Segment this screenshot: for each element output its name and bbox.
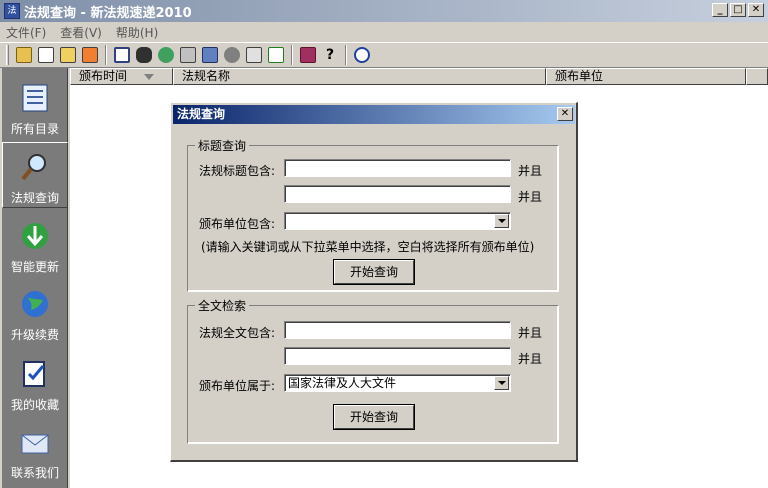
open-folder-icon[interactable] <box>13 44 35 66</box>
power-icon[interactable] <box>351 44 373 66</box>
issuer-combobox[interactable] <box>284 212 511 230</box>
title-keyword-input-1[interactable] <box>284 159 511 177</box>
menu-file[interactable]: 文件(F) <box>6 24 46 41</box>
sort-down-icon <box>144 74 154 80</box>
window-titlebar[interactable]: 法 法规查询 - 新法规速递2010 _ □ ✕ <box>0 0 768 22</box>
search-globe-icon[interactable] <box>155 44 177 66</box>
download-arrow-icon <box>22 223 48 249</box>
menu-view[interactable]: 查看(V) <box>60 24 102 41</box>
title-search-legend: 标题查询 <box>195 137 250 154</box>
menubar: 文件(F) 查看(V) 帮助(H) <box>0 22 768 42</box>
copy-icon[interactable] <box>57 44 79 66</box>
and-label: 并且 <box>518 352 543 366</box>
fulltext-contains-label: 法规全文包含: <box>199 326 276 340</box>
window-title: 法规查询 - 新法规速递2010 <box>24 5 192 21</box>
column-header-date[interactable]: 颁布时间 <box>70 68 173 85</box>
globe-icon <box>22 291 48 317</box>
directory-icon <box>22 84 48 112</box>
sidebar-item-favorites[interactable]: 我的收藏 <box>2 350 68 416</box>
sidebar-item-label: 我的收藏 <box>10 398 59 412</box>
column-header-filler <box>746 68 768 85</box>
export-icon[interactable] <box>35 44 57 66</box>
sidebar: 所有目录 法规查询 智能更新 升级续费 我的收藏 联系我们 <box>2 68 68 488</box>
title-search-group: 标题查询 法规标题包含: 并且 并且 颁布单位包含: (请输入关键词或从下拉菜单… <box>187 137 558 291</box>
issuer-category-value: 国家法律及人大文件 <box>288 376 397 390</box>
fulltext-keyword-input-2[interactable] <box>284 347 511 365</box>
minimize-button[interactable]: _ <box>712 3 728 17</box>
dialog-title: 法规查询 <box>177 107 226 121</box>
cursor-icon[interactable] <box>243 44 265 66</box>
law-search-dialog: 法规查询 ✕ 标题查询 法规标题包含: 并且 并且 颁布单位包含: (请输入关键… <box>170 102 578 462</box>
title-search-start-button[interactable]: 开始查询 <box>334 260 414 284</box>
close-button[interactable]: ✕ <box>748 3 764 17</box>
and-label: 并且 <box>518 164 543 178</box>
column-label: 法规名称 <box>182 69 231 83</box>
dialog-titlebar[interactable]: 法规查询 ✕ <box>173 105 575 124</box>
sidebar-item-label: 升级续费 <box>10 328 59 342</box>
settings-icon[interactable] <box>221 44 243 66</box>
sidebar-item-label: 智能更新 <box>10 260 59 274</box>
chevron-down-icon[interactable] <box>494 376 509 390</box>
issuer-belongs-label: 颁布单位属于: <box>199 379 276 393</box>
mail-icon <box>21 434 49 454</box>
fulltext-search-group: 全文检索 法规全文包含: 并且 并且 颁布单位属于: 国家法律及人大文件 开始查… <box>187 297 558 443</box>
and-label: 并且 <box>518 326 543 340</box>
dialog-close-button[interactable]: ✕ <box>557 107 573 121</box>
toolbar-separator <box>105 45 107 65</box>
network-icon[interactable] <box>199 44 221 66</box>
column-label: 颁布单位 <box>555 69 604 83</box>
maximize-button[interactable]: □ <box>730 3 746 17</box>
column-header-issuer[interactable]: 颁布单位 <box>546 68 746 85</box>
issuer-contains-label: 颁布单位包含: <box>199 217 276 231</box>
issuer-hint: (请输入关键词或从下拉菜单中选择，空白将选择所有颁布单位) <box>201 240 535 254</box>
app-icon: 法 <box>4 3 20 19</box>
menu-help[interactable]: 帮助(H) <box>116 24 158 41</box>
paste-icon[interactable] <box>79 44 101 66</box>
help-icon[interactable]: ? <box>319 44 341 66</box>
column-label: 颁布时间 <box>79 69 128 83</box>
toolbar: ? <box>0 42 768 68</box>
sidebar-item-smart-update[interactable]: 智能更新 <box>2 212 68 278</box>
sidebar-item-label: 联系我们 <box>10 466 59 480</box>
refresh-icon[interactable] <box>265 44 287 66</box>
fulltext-keyword-input-1[interactable] <box>284 321 511 339</box>
print-icon[interactable] <box>177 44 199 66</box>
and-label: 并且 <box>518 190 543 204</box>
reader-icon[interactable] <box>297 44 319 66</box>
fulltext-search-start-button[interactable]: 开始查询 <box>334 405 414 429</box>
title-keyword-input-2[interactable] <box>284 185 511 203</box>
fulltext-search-legend: 全文检索 <box>195 297 250 314</box>
sidebar-item-all-directory[interactable]: 所有目录 <box>2 74 68 140</box>
chevron-down-icon[interactable] <box>494 214 509 228</box>
title-contains-label: 法规标题包含: <box>199 164 276 178</box>
column-header-name[interactable]: 法规名称 <box>173 68 546 85</box>
sidebar-item-contact[interactable]: 联系我们 <box>2 418 68 484</box>
toolbar-grip[interactable] <box>6 45 9 65</box>
toolbar-separator <box>345 45 347 65</box>
issuer-category-combobox[interactable]: 国家法律及人大文件 <box>284 374 511 392</box>
favorites-icon <box>23 361 45 387</box>
sidebar-item-label: 法规查询 <box>10 191 59 205</box>
sidebar-item-label: 所有目录 <box>10 122 59 136</box>
list-header: 颁布时间 法规名称 颁布单位 <box>70 68 768 85</box>
toolbar-separator <box>291 45 293 65</box>
sidebar-item-upgrade[interactable]: 升级续费 <box>2 280 68 346</box>
sidebar-item-law-search[interactable]: 法规查询 <box>2 142 68 208</box>
binoculars-icon[interactable] <box>133 44 155 66</box>
magnifier-icon <box>21 154 46 181</box>
book-icon[interactable] <box>111 44 133 66</box>
